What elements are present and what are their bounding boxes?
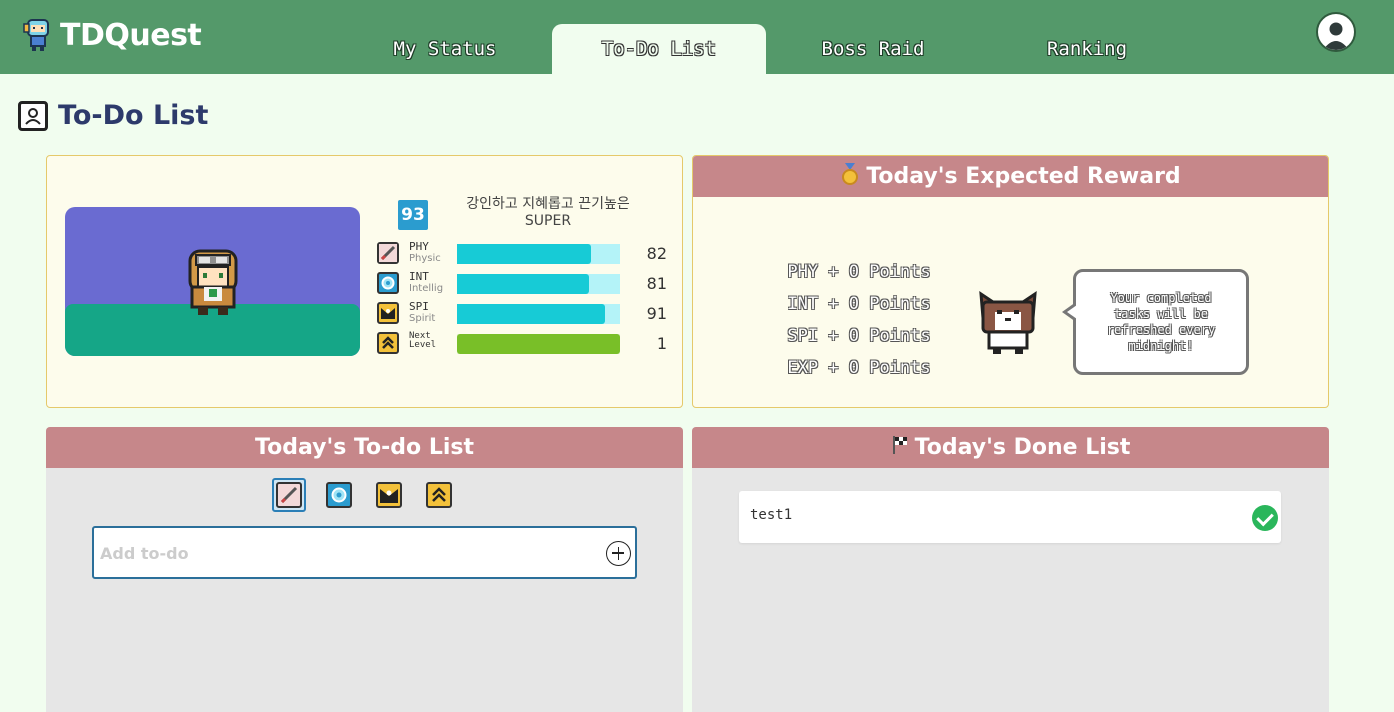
stat-row-int: INT Intellig 81: [377, 270, 667, 296]
stat-abbr: PHY: [409, 240, 429, 253]
cat-mascot: [973, 288, 1043, 356]
stat-name: Physic: [409, 253, 441, 264]
character-status-panel: 93 강인하고 지혜롭고 끈기높은 SUPER PHY Physic 82 IN…: [46, 155, 683, 408]
sword-icon: [276, 482, 302, 508]
stat-value: 82: [646, 244, 667, 263]
spirit-icon: [376, 482, 402, 508]
stat-row-spi: SPI Spirit 91: [377, 300, 667, 326]
category-button-int[interactable]: [322, 478, 356, 512]
done-item-text: test1: [750, 507, 793, 523]
medal-icon: [840, 163, 860, 190]
reward-line-spi: SPI + 0 Points: [787, 326, 931, 346]
exp-fill: [457, 334, 620, 354]
checkered-flag-icon: [891, 435, 909, 460]
stat-value: 91: [646, 304, 667, 323]
tab-ranking[interactable]: Ranking: [980, 24, 1194, 74]
category-button-exp[interactable]: [422, 478, 456, 512]
stat-value: 81: [646, 274, 667, 293]
reward-speech-bubble: Your completed tasks will be refreshed e…: [1062, 269, 1249, 375]
stat-bar-spi: [457, 304, 620, 324]
stat-row-next-level: Next Level 1: [377, 332, 667, 356]
stat-name: Spirit: [409, 313, 436, 324]
brain-gear-icon: [326, 482, 352, 508]
stat-fill: [457, 244, 591, 264]
profile-button[interactable]: [1316, 12, 1356, 52]
spirit-icon: [377, 302, 399, 324]
reward-line-phy: PHY + 0 Points: [787, 262, 931, 282]
done-title: Today's Done List: [914, 435, 1131, 460]
category-button-phy[interactable]: [272, 478, 306, 512]
reward-line-int: INT + 0 Points: [787, 294, 931, 314]
stat-fill: [457, 274, 590, 294]
stat-value: 1: [656, 334, 667, 353]
app-name: TDQuest: [60, 17, 202, 53]
tab-my-status[interactable]: My Status: [338, 24, 552, 74]
user-avatar-icon: [1323, 22, 1349, 50]
exp-bar: [457, 334, 620, 354]
todo-list-panel: Today's To-do List: [46, 427, 683, 712]
category-filter: [272, 478, 472, 512]
add-todo-button[interactable]: [606, 541, 631, 566]
expected-reward-panel: Today's Expected Reward PHY + 0 Points I…: [692, 155, 1329, 408]
done-list-item[interactable]: test1: [739, 491, 1281, 543]
stat-abbr: SPI: [409, 300, 429, 313]
done-list-panel: Today's Done List test1: [692, 427, 1329, 712]
top-navigation-bar: TDQuest My Status To-Do List Boss Raid R…: [0, 0, 1394, 74]
character-frame-icon: [18, 100, 48, 131]
level-up-chevron-icon: [377, 332, 399, 354]
check-circle-icon[interactable]: [1252, 505, 1278, 531]
character-scene: [65, 207, 360, 356]
pixel-knight-icon: [22, 18, 54, 52]
tab-to-do-list[interactable]: To-Do List: [552, 24, 766, 74]
stat-abbr: Next Level: [409, 331, 437, 350]
page-title: To-Do List: [58, 100, 209, 131]
reward-title: Today's Expected Reward: [866, 164, 1181, 189]
brand[interactable]: TDQuest: [22, 14, 202, 56]
todo-input-box: [92, 526, 637, 579]
character-title: 강인하고 지혜롭고 끈기높은 SUPER: [466, 196, 630, 229]
todo-header: Today's To-do List: [46, 427, 683, 468]
level-up-chevron-icon: [426, 482, 452, 508]
stat-abbr: INT: [409, 270, 429, 283]
reward-header: Today's Expected Reward: [693, 156, 1328, 197]
character-avatar: [178, 245, 248, 319]
page-title-row: To-Do List: [18, 100, 208, 131]
todo-input[interactable]: [100, 538, 590, 568]
stat-name: Intellig: [409, 283, 444, 294]
stat-fill: [457, 304, 606, 324]
done-header: Today's Done List: [692, 427, 1329, 468]
level-badge: 93: [398, 200, 428, 230]
brain-gear-icon: [377, 272, 399, 294]
reward-lines: PHY + 0 Points INT + 0 Points SPI + 0 Po…: [773, 256, 945, 384]
stat-bar-int: [457, 274, 620, 294]
reward-line-exp: EXP + 0 Points: [787, 358, 931, 378]
sword-icon: [377, 242, 399, 264]
category-button-spi[interactable]: [372, 478, 406, 512]
todo-title: Today's To-do List: [255, 435, 474, 460]
stat-row-phy: PHY Physic 82: [377, 240, 667, 266]
tab-boss-raid[interactable]: Boss Raid: [766, 24, 980, 74]
stat-bar-phy: [457, 244, 620, 264]
